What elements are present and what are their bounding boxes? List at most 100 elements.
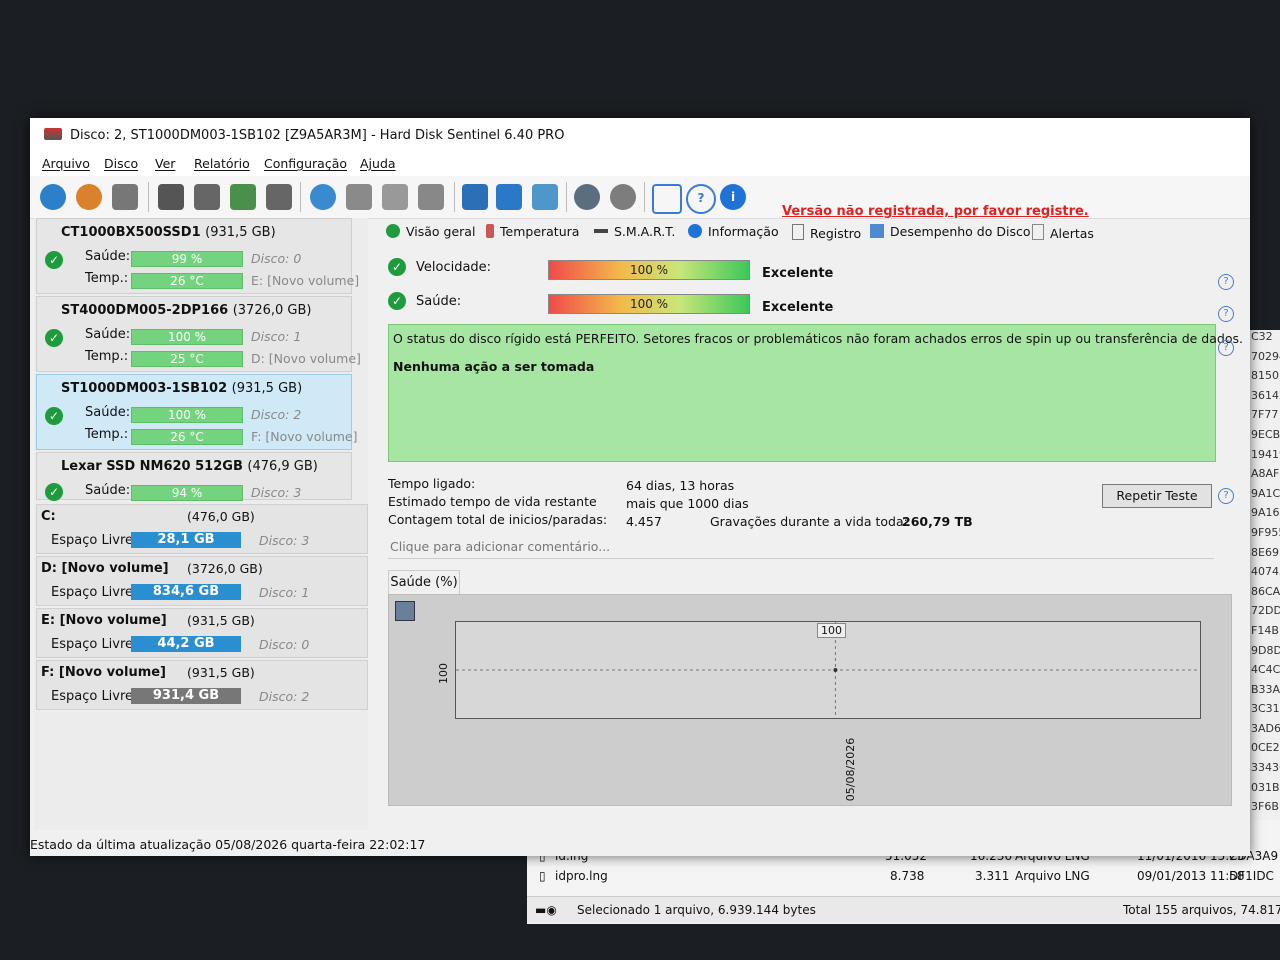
- hex-value: 3AD6: [1251, 721, 1280, 735]
- mail-icon[interactable]: [496, 184, 522, 210]
- hex-value: 72DD: [1251, 604, 1280, 618]
- hex-value: 9F955: [1251, 525, 1280, 539]
- gear-icon[interactable]: [574, 184, 600, 210]
- network-icon[interactable]: [532, 184, 558, 210]
- lifetime-value: mais que 1000 dias: [626, 496, 749, 511]
- help-icon[interactable]: ?: [686, 184, 716, 214]
- help-icon[interactable]: ?: [1218, 306, 1234, 322]
- sound-icon[interactable]: [610, 184, 636, 210]
- disk-check-icon[interactable]: [230, 184, 256, 210]
- help-icon[interactable]: ?: [1218, 274, 1234, 290]
- free-space-bar: 44,2 GB: [131, 636, 241, 652]
- disk-list-pane: CT1000BX500SSD1 (931,5 GB) ✓ Saúde: 99 %…: [34, 218, 368, 830]
- report-icon[interactable]: [462, 184, 488, 210]
- menu-arquivo[interactable]: Arquivo: [42, 156, 90, 171]
- health-bar: 100 %: [131, 407, 243, 423]
- volume-name: F: [Novo volume]: [41, 665, 166, 680]
- hex-value: C32: [1251, 330, 1273, 343]
- volume-item-f[interactable]: F: [Novo volume] (931,5 GB) Espaço Livre…: [36, 660, 368, 710]
- writes-value: 260,79 TB: [902, 514, 973, 529]
- hex-value: B33A: [1251, 682, 1280, 696]
- menu-relatorio[interactable]: Relatório: [194, 156, 250, 171]
- disk-item-2[interactable]: ST1000DM003-1SB102 (931,5 GB) ✓ Saúde: 1…: [36, 374, 357, 450]
- tab-informacao[interactable]: Informação: [688, 224, 779, 239]
- title-bar[interactable]: Disco: 2, ST1000DM003-1SB102 [Z9A5AR3M] …: [30, 118, 1250, 168]
- disk-list-icon[interactable]: [112, 184, 138, 210]
- camera-icon[interactable]: [652, 184, 682, 214]
- tab-alertas[interactable]: Alertas: [1032, 224, 1094, 241]
- alert-icon: [1032, 224, 1044, 240]
- tab-temperatura[interactable]: Temperatura: [486, 224, 579, 239]
- comment-input[interactable]: Clique para adicionar comentário...: [388, 536, 1214, 559]
- save-icon[interactable]: [395, 601, 415, 621]
- globe-icon[interactable]: [310, 184, 336, 210]
- hex-value: 8150: [1251, 369, 1279, 383]
- eject-icon[interactable]: [346, 184, 372, 210]
- details-pane: Visão geral Temperatura S.M.A.R.T. Infor…: [380, 218, 1243, 830]
- disk-schedule-icon[interactable]: [194, 184, 220, 210]
- volume-item-d[interactable]: D: [Novo volume] (3726,0 GB) Espaço Livr…: [36, 556, 368, 606]
- free-space-bar: 834,6 GB: [131, 584, 241, 600]
- status-box: O status do disco rígido está PERFEITO. …: [388, 324, 1243, 462]
- free-space-label: Espaço Livre: [51, 585, 134, 600]
- check-icon: ✓: [45, 407, 63, 425]
- hex-value: 4C4C: [1251, 663, 1280, 677]
- speed-check-icon: ✓: [388, 258, 406, 276]
- menu-ver[interactable]: Ver: [155, 156, 175, 171]
- check-icon: [386, 224, 400, 238]
- temp-bar: 26 °C: [131, 429, 243, 445]
- refresh-all-icon[interactable]: [76, 184, 102, 210]
- help-icon[interactable]: ?: [1218, 340, 1234, 356]
- check-icon: ✓: [45, 251, 63, 269]
- volume-size: (931,5 GB): [187, 613, 255, 628]
- file-row[interactable]: ▯ idpro.lng 8.738 3.311 Arquivo LNG 09/0…: [535, 866, 1280, 886]
- hex-value: 031B: [1251, 780, 1280, 794]
- volume-item-c[interactable]: C: (476,0 GB) Espaço Livre 28,1 GB Disco…: [36, 504, 368, 554]
- retest-button[interactable]: Repetir Teste: [1102, 484, 1212, 508]
- x-tick-label: 05/08/2026: [844, 737, 858, 802]
- free-space-bar: 931,4 GB: [131, 688, 241, 704]
- register-link[interactable]: Versão não registrada, por favor registr…: [782, 204, 1089, 219]
- disk-search-icon[interactable]: [266, 184, 292, 210]
- tab-visao-geral[interactable]: Visão geral: [386, 224, 475, 239]
- volume-item-e[interactable]: E: [Novo volume] (931,5 GB) Espaço Livre…: [36, 608, 368, 658]
- disk-number: Disco: 3: [251, 485, 302, 500]
- info-icon: [688, 224, 702, 238]
- starts-value: 4.457: [626, 514, 662, 529]
- hex-value: 9D8D: [1251, 643, 1280, 657]
- speed-bar: 100 %: [548, 260, 750, 280]
- menu-disco[interactable]: Disco: [104, 156, 138, 171]
- disk-name: CT1000BX500SSD1 (931,5 GB): [61, 225, 276, 240]
- disk-item-1[interactable]: ST4000DM005-2DP166 (3726,0 GB) ✓ Saúde: …: [36, 296, 361, 372]
- graph-tab-saude[interactable]: Saúde (%): [388, 570, 460, 595]
- tab-desempenho[interactable]: Desempenho do Disco: [870, 224, 1030, 239]
- volume-name: D: [Novo volume]: [41, 561, 169, 576]
- menu-ajuda[interactable]: Ajuda: [360, 156, 396, 171]
- info-icon[interactable]: i: [720, 184, 746, 210]
- health-label: Saúde:: [85, 405, 131, 420]
- tab-registro[interactable]: Registro: [792, 224, 861, 241]
- network-disk-icon[interactable]: [382, 184, 408, 210]
- file-type: Arquivo LNG: [1015, 869, 1090, 883]
- health-check-icon: ✓: [388, 292, 406, 310]
- refresh-icon[interactable]: [40, 184, 66, 210]
- help-icon[interactable]: ?: [1218, 488, 1234, 504]
- check-icon: ✓: [45, 329, 63, 347]
- disk-test-icon[interactable]: [158, 184, 184, 210]
- window-title: Disco: 2, ST1000DM003-1SB102 [Z9A5AR3M] …: [70, 128, 565, 143]
- temp-bar: 25 °C: [131, 351, 243, 367]
- temp-label: Temp.:: [85, 349, 129, 364]
- file-icon: ▯: [539, 869, 546, 883]
- background-hex-column: C32 70294 8150 36142 7F77 9ECB 19419 A8AF 9A1C 9A…: [1248, 330, 1280, 820]
- disk-item-0[interactable]: CT1000BX500SSD1 (931,5 GB) ✓ Saúde: 99 %…: [36, 218, 359, 294]
- hex-value: 3F6B: [1251, 800, 1279, 814]
- thermometer-icon: [486, 224, 494, 238]
- menu-configuracao[interactable]: Configuração: [264, 156, 347, 171]
- hex-value: 0CE2: [1251, 741, 1280, 755]
- health-label: Saúde:: [416, 294, 462, 309]
- tab-smart[interactable]: S.M.A.R.T.: [594, 224, 675, 239]
- power-on-value: 64 dias, 13 horas: [626, 478, 735, 493]
- tab-bar: Visão geral Temperatura S.M.A.R.T. Infor…: [380, 218, 1242, 244]
- disk-item-3[interactable]: Lexar SSD NM620 512GB (476,9 GB) ✓ Saúde…: [36, 452, 352, 501]
- printer-icon[interactable]: [418, 184, 444, 210]
